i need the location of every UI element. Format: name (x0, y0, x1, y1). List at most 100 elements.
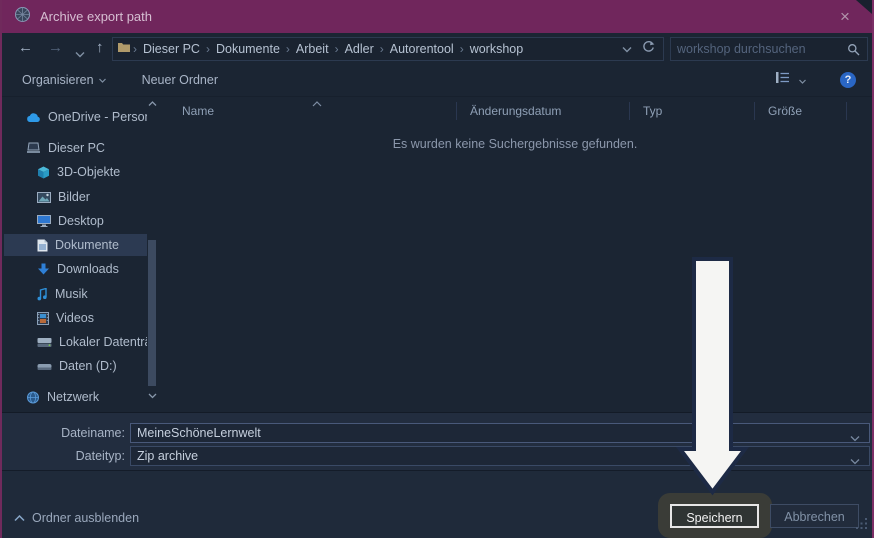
chevron-down-icon (99, 78, 106, 83)
drive-icon (37, 337, 52, 348)
back-icon[interactable]: ← (18, 40, 33, 55)
sidebar-item-label: 3D-Objekte (57, 165, 120, 179)
sidebar-item-lokaler-datentraeger[interactable]: Lokaler Datenträ (4, 331, 147, 353)
refresh-icon[interactable] (642, 40, 655, 58)
help-icon[interactable]: ? (840, 72, 856, 88)
close-button[interactable]: × (832, 5, 858, 29)
pc-icon (26, 142, 41, 154)
view-options-chevron-icon[interactable] (799, 71, 806, 89)
scroll-down-chevron-icon[interactable] (147, 393, 157, 399)
search-icon[interactable] (847, 43, 867, 56)
sidebar-item-label: Dieser PC (48, 141, 105, 155)
breadcrumb-item[interactable]: Adler (341, 42, 378, 56)
organize-label: Organisieren (22, 73, 94, 87)
new-folder-label: Neuer Ordner (142, 73, 218, 87)
folder-sidebar: OneDrive - Person Dieser PC 3D-Objekte B… (2, 97, 160, 412)
picture-icon (37, 192, 51, 203)
column-header-row: Name Änderungsdatum Typ Größe (160, 97, 870, 124)
sidebar-item-label: Daten (D:) (59, 359, 117, 373)
scroll-up-chevron-icon[interactable] (147, 101, 157, 107)
recent-locations-chevron-icon[interactable] (75, 45, 85, 63)
sort-ascending-chevron-icon[interactable] (312, 96, 322, 110)
navigation-bar: ← → ↑ › Dieser PC › Dokumente › Arbeit ›… (2, 33, 872, 64)
sidebar-item-label: Desktop (58, 214, 104, 228)
sidebar-item-label: OneDrive - Person (48, 110, 147, 124)
breadcrumb-separator: › (458, 42, 466, 56)
filetype-dropdown-chevron-icon[interactable] (850, 452, 860, 470)
sidebar-item-label: Lokaler Datenträ (59, 335, 147, 349)
breadcrumb-item[interactable]: Arbeit (292, 42, 333, 56)
music-icon (37, 288, 48, 301)
video-icon (37, 312, 49, 325)
breadcrumb-separator: › (333, 42, 341, 56)
filetype-value: Zip archive (137, 449, 198, 463)
drive-icon (37, 362, 52, 371)
search-input[interactable] (671, 42, 847, 56)
scrollbar-thumb[interactable] (148, 240, 156, 386)
new-folder-button[interactable]: Neuer Ordner (142, 73, 218, 87)
filetype-select[interactable]: Zip archive (130, 446, 870, 466)
save-button[interactable]: Speichern (670, 504, 759, 528)
filetype-label: Dateityp: (2, 449, 125, 463)
hide-folders-label: Ordner ausblenden (32, 511, 139, 525)
search-box (670, 37, 868, 61)
file-list-area: Name Änderungsdatum Typ Größe Es wurden … (160, 97, 870, 412)
resize-grip[interactable] (855, 517, 868, 535)
sidebar-item-videos[interactable]: Videos (4, 307, 147, 329)
column-header-size[interactable]: Größe (755, 102, 847, 120)
monitor-icon (37, 215, 51, 227)
view-details-icon[interactable] (775, 71, 791, 89)
forward-icon[interactable]: → (48, 40, 63, 55)
sidebar-item-label: Downloads (57, 262, 119, 276)
content-area: OneDrive - Person Dieser PC 3D-Objekte B… (2, 97, 872, 412)
sidebar-item-onedrive[interactable]: OneDrive - Person (4, 106, 147, 128)
document-icon (37, 239, 48, 252)
up-icon[interactable]: ↑ (96, 40, 104, 55)
sidebar-item-downloads[interactable]: Downloads (4, 258, 147, 280)
cancel-button[interactable]: Abbrechen (770, 504, 859, 528)
column-header-type[interactable]: Typ (630, 102, 755, 120)
title-bar: Archive export path × (2, 0, 872, 33)
breadcrumb-separator: › (284, 42, 292, 56)
cloud-icon (26, 112, 41, 123)
empty-results-message: Es wurden keine Suchergebnisse gefunden. (160, 137, 870, 151)
sidebar-item-daten-d[interactable]: Daten (D:) (4, 355, 147, 377)
sidebar-item-dokumente[interactable]: Dokumente (4, 234, 147, 256)
breadcrumb-item[interactable]: Dokumente (212, 42, 284, 56)
sidebar-item-dieser-pc[interactable]: Dieser PC (4, 137, 147, 159)
column-header-date[interactable]: Änderungsdatum (457, 102, 630, 120)
sidebar-item-label: Musik (55, 287, 88, 301)
column-header-name[interactable]: Name (160, 102, 457, 120)
bottom-bar: Ordner ausblenden Speichern Abbrechen (2, 470, 872, 538)
sidebar-item-bilder[interactable]: Bilder (4, 186, 147, 208)
sidebar-scrollbar[interactable] (147, 97, 157, 412)
breadcrumb-item[interactable]: Dieser PC (139, 42, 204, 56)
folder-icon (117, 40, 131, 58)
download-icon (37, 263, 50, 275)
sidebar-item-musik[interactable]: Musik (4, 283, 147, 305)
toolbar: Organisieren Neuer Ordner ? (2, 64, 872, 97)
organize-button[interactable]: Organisieren (22, 73, 106, 87)
save-dialog-window: Archive export path × ← → ↑ › Dieser PC … (0, 0, 874, 538)
address-bar[interactable]: › Dieser PC › Dokumente › Arbeit › Adler… (112, 37, 664, 61)
cube-icon (37, 166, 50, 179)
breadcrumb-item[interactable]: workshop (466, 42, 528, 56)
sidebar-item-netzwerk[interactable]: Netzwerk (4, 386, 147, 408)
sidebar-item-label: Dokumente (55, 238, 119, 252)
hide-folders-button[interactable]: Ordner ausblenden (14, 511, 139, 525)
breadcrumb-separator: › (204, 42, 212, 56)
address-dropdown-chevron-icon[interactable] (622, 40, 632, 58)
app-globe-icon (14, 6, 31, 28)
filename-label: Dateiname: (2, 426, 125, 440)
window-title: Archive export path (40, 9, 152, 24)
network-icon (26, 391, 40, 404)
sidebar-item-label: Bilder (58, 190, 90, 204)
filename-dropdown-chevron-icon[interactable] (850, 429, 860, 447)
file-fields-panel: Dateiname: Dateityp: Zip archive (2, 412, 872, 470)
sidebar-item-desktop[interactable]: Desktop (4, 210, 147, 232)
sidebar-item-label: Videos (56, 311, 94, 325)
sidebar-item-3d-objekte[interactable]: 3D-Objekte (4, 161, 147, 183)
sidebar-item-label: Netzwerk (47, 390, 99, 404)
filename-input[interactable] (130, 423, 870, 443)
breadcrumb-item[interactable]: Autorentool (386, 42, 458, 56)
